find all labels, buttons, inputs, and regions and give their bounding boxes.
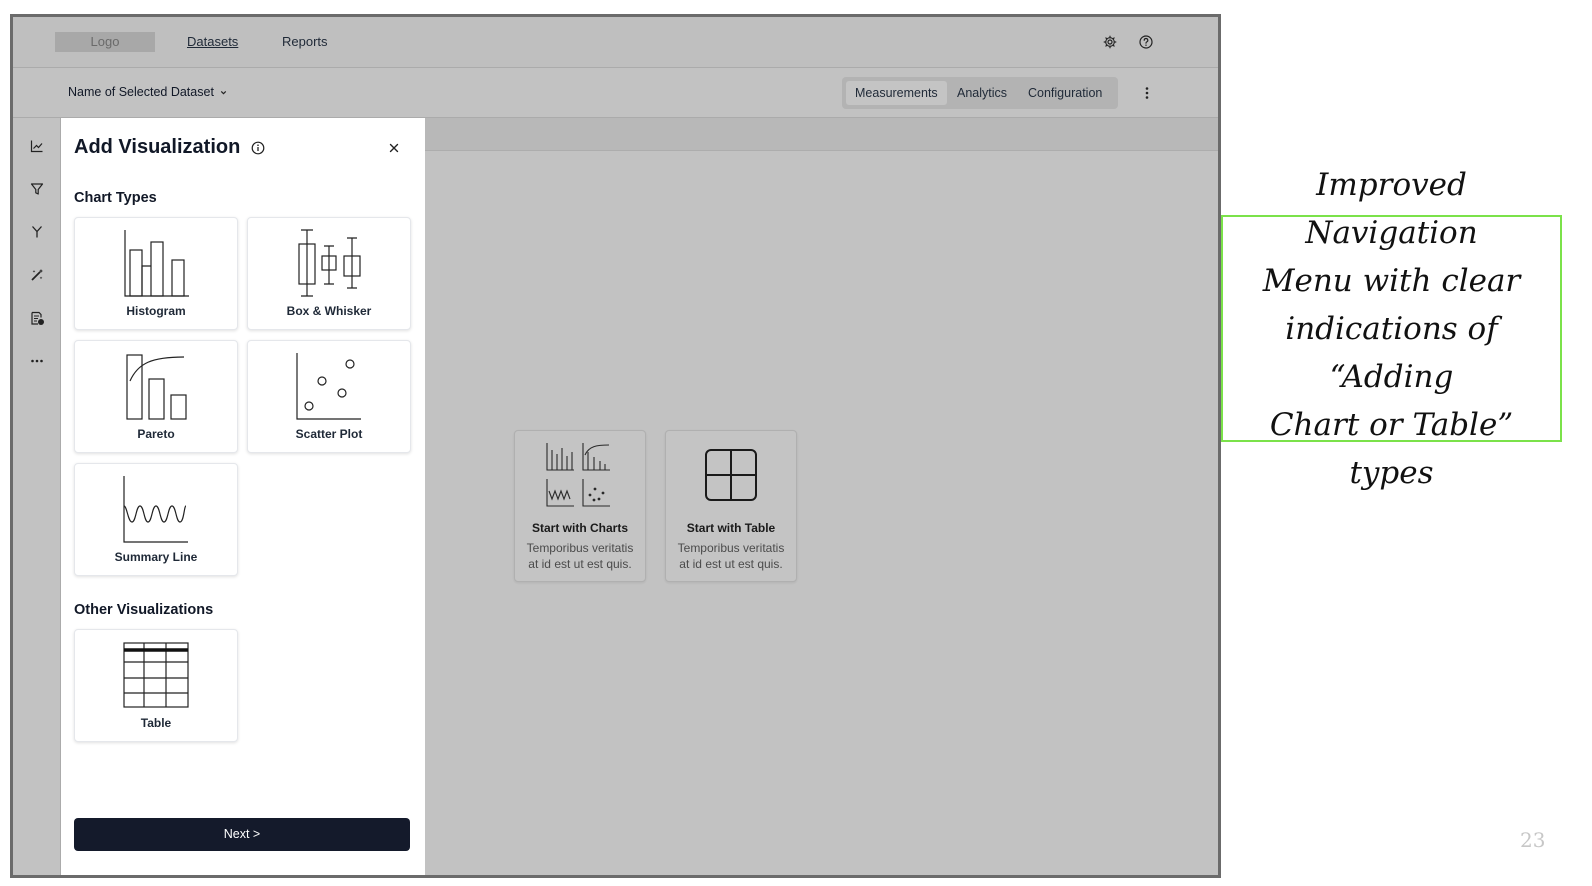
- annotation-line: Improved Navigation: [1305, 166, 1478, 251]
- close-icon[interactable]: [385, 139, 403, 157]
- top-navigation: Logo Datasets Reports: [13, 17, 1218, 68]
- report-icon[interactable]: [28, 309, 46, 327]
- logo: Logo: [55, 32, 155, 52]
- table-icon: [75, 636, 237, 714]
- start-with-charts-desc: Temporibus veritatis at id est ut est qu…: [526, 541, 634, 571]
- page-number: 23: [1520, 828, 1546, 852]
- scatter-plot-icon: [248, 347, 410, 425]
- add-visualization-panel: Add Visualization Chart Types Histogram …: [61, 118, 425, 875]
- pareto-icon: [75, 347, 237, 425]
- tab-configuration[interactable]: Configuration: [1019, 81, 1111, 105]
- box-whisker-icon: [248, 224, 410, 302]
- start-with-table-card[interactable]: Start with Table Temporibus veritatis at…: [665, 430, 797, 582]
- nav-link-datasets[interactable]: Datasets: [187, 34, 238, 49]
- table-card[interactable]: Table: [74, 629, 238, 742]
- charts-grid-icon: [515, 437, 645, 511]
- box-whisker-card[interactable]: Box & Whisker: [247, 217, 411, 330]
- histogram-label: Histogram: [126, 304, 186, 318]
- scatter-plot-label: Scatter Plot: [295, 427, 363, 441]
- annotation-line: Menu with clear: [1262, 262, 1521, 299]
- help-icon[interactable]: [1137, 33, 1155, 51]
- chevron-down-icon: [221, 91, 227, 95]
- annotation-line: Chart or Table” types: [1269, 406, 1514, 491]
- scatter-plot-card[interactable]: Scatter Plot: [247, 340, 411, 453]
- start-with-table-desc: Temporibus veritatis at id est ut est qu…: [677, 541, 785, 571]
- pareto-card[interactable]: Pareto: [74, 340, 238, 453]
- left-icon-rail: [13, 118, 61, 875]
- pareto-label: Pareto: [137, 427, 175, 441]
- summary-line-card[interactable]: Summary Line: [74, 463, 238, 576]
- next-button[interactable]: Next >: [74, 818, 410, 851]
- annotation-line: indications of “Adding: [1285, 310, 1498, 395]
- tab-analytics[interactable]: Analytics: [948, 81, 1016, 105]
- start-with-charts-card[interactable]: Start with Charts Temporibus veritatis a…: [514, 430, 646, 582]
- line-chart-icon[interactable]: [28, 137, 46, 155]
- histogram-icon: [75, 224, 237, 302]
- nav-link-reports[interactable]: Reports: [282, 34, 328, 49]
- dataset-header: Name of Selected Dataset Measurements An…: [13, 68, 1218, 118]
- view-tabs: Measurements Analytics Configuration: [842, 77, 1118, 109]
- table-grid-icon: [666, 437, 796, 511]
- start-with-table-title: Start with Table: [686, 521, 776, 535]
- table-label: Table: [140, 716, 172, 730]
- dataset-name-label: Name of Selected Dataset: [68, 85, 214, 99]
- histogram-card[interactable]: Histogram: [74, 217, 238, 330]
- more-options-icon[interactable]: [1138, 84, 1156, 102]
- tab-measurements[interactable]: Measurements: [846, 81, 947, 105]
- panel-title: Add Visualization: [74, 136, 241, 158]
- summary-line-icon: [75, 470, 237, 548]
- app-mockup-frame: Logo Datasets Reports Name of Selected D…: [10, 14, 1221, 878]
- filter-icon[interactable]: [28, 180, 46, 198]
- more-icon[interactable]: [28, 352, 46, 370]
- workspace-toolbar: [425, 118, 1218, 151]
- start-with-charts-title: Start with Charts: [531, 521, 628, 535]
- summary-line-label: Summary Line: [114, 550, 198, 564]
- chart-types-heading: Chart Types: [74, 190, 157, 206]
- other-visualizations-heading: Other Visualizations: [74, 602, 214, 618]
- annotation-text: Improved Navigation Menu with clear indi…: [1223, 161, 1560, 497]
- magic-icon[interactable]: [28, 266, 46, 284]
- box-whisker-label: Box & Whisker: [286, 304, 372, 318]
- info-icon[interactable]: [250, 140, 266, 156]
- merge-icon[interactable]: [28, 223, 46, 241]
- gear-icon[interactable]: [1101, 33, 1119, 51]
- dataset-selector[interactable]: Name of Selected Dataset: [68, 85, 228, 99]
- annotation-callout: Improved Navigation Menu with clear indi…: [1221, 167, 1562, 491]
